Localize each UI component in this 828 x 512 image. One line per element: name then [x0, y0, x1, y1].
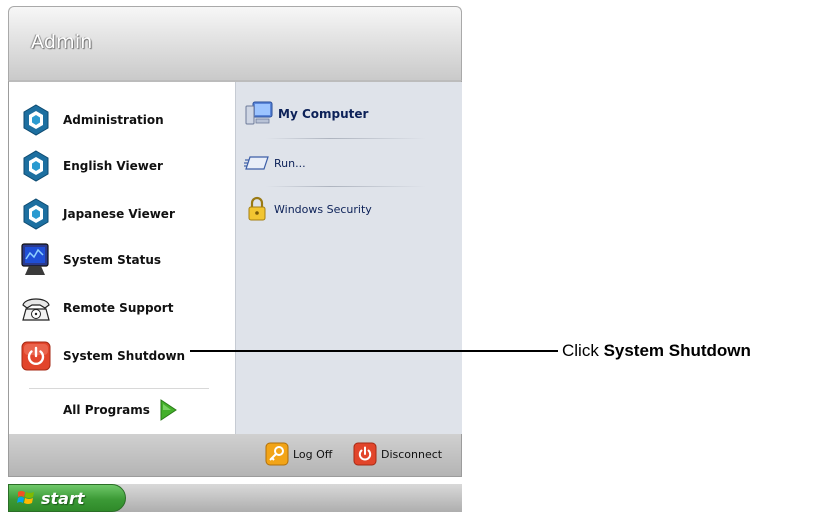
power-icon — [353, 442, 377, 466]
padlock-icon — [244, 196, 270, 222]
green-arrow-icon — [158, 398, 178, 422]
menu-item-system-status[interactable]: System Status — [17, 238, 227, 282]
start-menu: Admin Administration English Viewer Japa… — [8, 6, 462, 486]
menu-item-run[interactable]: Run... — [244, 152, 306, 174]
menu-item-label: Run... — [274, 156, 306, 170]
disconnect-button[interactable]: Disconnect — [353, 442, 442, 466]
menu-item-system-shutdown[interactable]: System Shutdown — [17, 334, 227, 378]
start-label: start — [41, 488, 85, 508]
callout-line — [190, 350, 558, 352]
telephone-icon — [17, 289, 55, 327]
right-pane: My Computer Run... Windows Security — [235, 82, 462, 434]
menu-item-windows-security[interactable]: Windows Security — [244, 196, 372, 222]
right-separator — [266, 138, 426, 139]
start-menu-body: Administration English Viewer Japanese V… — [8, 80, 462, 435]
log-off-button[interactable]: Log Off — [265, 442, 332, 466]
menu-item-label: Administration — [63, 113, 164, 127]
power-icon — [17, 337, 55, 375]
menu-item-label: My Computer — [278, 107, 369, 121]
menu-item-japanese-viewer[interactable]: Japanese Viewer — [17, 192, 227, 236]
key-icon — [265, 442, 289, 466]
menu-item-remote-support[interactable]: Remote Support — [17, 286, 227, 330]
all-programs-button[interactable]: All Programs — [63, 398, 178, 422]
start-menu-footer: Log Off Disconnect — [8, 434, 462, 477]
windows-logo-icon — [17, 489, 35, 507]
run-icon — [244, 152, 270, 174]
callout-target: System Shutdown — [603, 341, 751, 360]
disconnect-label: Disconnect — [381, 447, 443, 461]
callout-text: Click System Shutdown — [562, 341, 751, 361]
start-menu-header: Admin — [8, 6, 462, 81]
callout-prefix: Click — [562, 341, 604, 360]
start-button[interactable]: start — [8, 484, 126, 512]
menu-item-my-computer[interactable]: My Computer — [244, 100, 368, 128]
left-pane: Administration English Viewer Japanese V… — [9, 82, 235, 434]
hexagon-app-icon — [17, 101, 55, 139]
menu-item-administration[interactable]: Administration — [17, 98, 227, 142]
menu-item-label: English Viewer — [63, 159, 163, 173]
hexagon-app-icon — [17, 195, 55, 233]
taskbar: start — [8, 484, 462, 512]
hexagon-app-icon — [17, 147, 55, 185]
user-name: Admin — [31, 31, 93, 53]
all-programs-separator — [29, 388, 209, 389]
monitor-icon — [17, 241, 55, 279]
menu-item-label: System Shutdown — [63, 349, 186, 363]
menu-item-label: System Status — [63, 253, 162, 267]
computer-icon — [244, 100, 274, 128]
right-separator — [266, 186, 426, 187]
menu-item-label: Remote Support — [63, 301, 174, 315]
menu-item-english-viewer[interactable]: English Viewer — [17, 144, 227, 188]
menu-item-label: Japanese Viewer — [63, 207, 175, 221]
all-programs-label: All Programs — [63, 403, 150, 417]
menu-item-label: Windows Security — [274, 202, 372, 216]
log-off-label: Log Off — [293, 447, 333, 461]
